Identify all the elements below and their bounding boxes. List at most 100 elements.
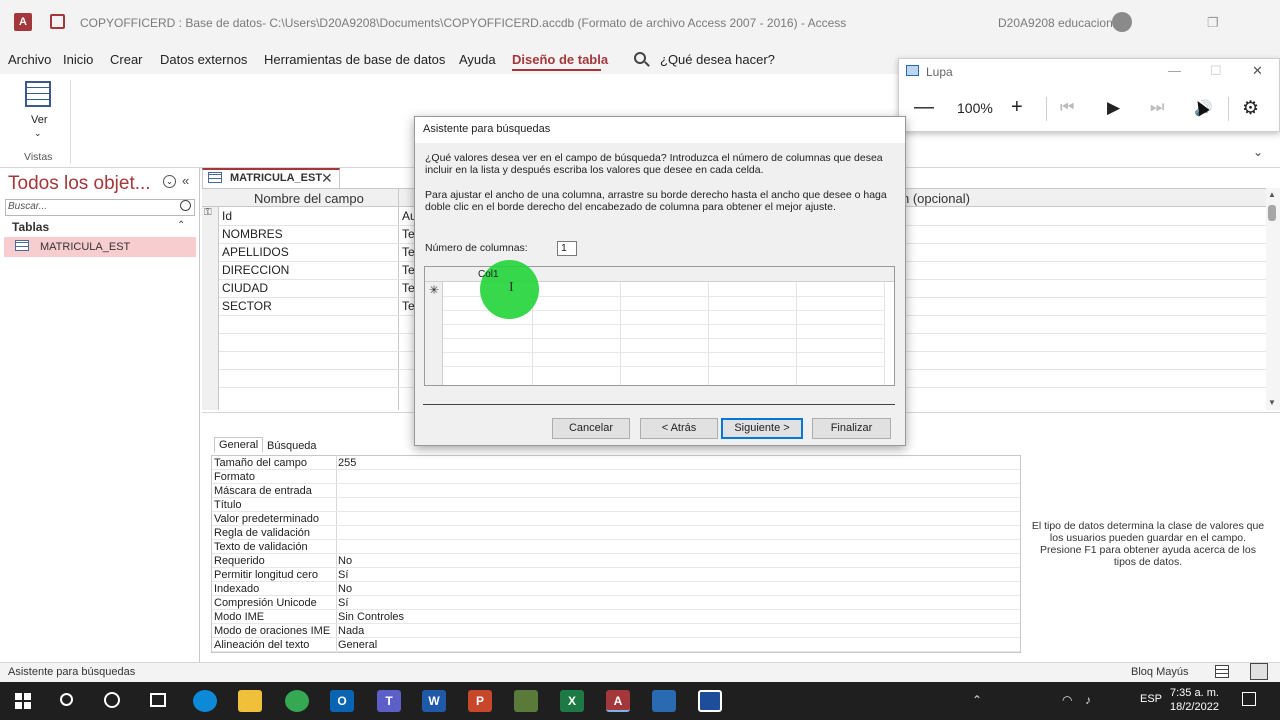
lookup-column-header[interactable]: Col1 xyxy=(478,269,499,280)
outlook-icon[interactable]: O xyxy=(330,690,354,712)
menu-herramientas[interactable]: Herramientas de base de datos xyxy=(264,52,445,67)
excel-icon[interactable]: X xyxy=(560,690,584,712)
play-icon[interactable]: ▶ xyxy=(1107,98,1120,118)
grid-vertical-scrollbar[interactable] xyxy=(1266,188,1280,410)
back-button[interactable]: < Atrás xyxy=(640,418,718,439)
menu-ayuda[interactable]: Ayuda xyxy=(459,52,496,67)
field-name-cell[interactable]: SECTOR xyxy=(222,299,272,313)
ribbon-collapse-icon[interactable]: ⌄ xyxy=(1253,145,1263,159)
menu-inicio[interactable]: Inicio xyxy=(63,52,93,67)
close-icon[interactable]: ✕ xyxy=(321,170,333,187)
data-type-cell[interactable]: Te xyxy=(402,281,415,295)
previous-icon[interactable]: ⏮ xyxy=(1060,99,1074,117)
tell-me-search[interactable]: ¿Qué desea hacer? xyxy=(660,52,775,67)
clock[interactable]: 7:35 a. m. 18/2/2022 xyxy=(1170,686,1219,714)
property-row[interactable] xyxy=(212,512,1020,526)
nav-section-collapse-icon[interactable]: ⌃ xyxy=(177,220,185,231)
app-icon-2[interactable] xyxy=(698,690,722,712)
save-icon[interactable] xyxy=(50,14,65,29)
property-row[interactable] xyxy=(212,484,1020,498)
restore-icon[interactable]: ❐ xyxy=(1207,15,1219,31)
chevron-down-icon[interactable]: ⌄ xyxy=(34,128,42,139)
chrome-icon[interactable] xyxy=(285,690,309,712)
tab-general[interactable]: General xyxy=(214,437,264,452)
property-row[interactable] xyxy=(212,526,1020,540)
datasheet-view-icon[interactable] xyxy=(1215,665,1229,678)
property-value[interactable]: Sin Controles xyxy=(338,611,404,623)
app-icon[interactable] xyxy=(514,690,538,712)
property-row[interactable] xyxy=(212,596,1020,610)
task-view-icon[interactable] xyxy=(150,693,166,707)
nav-collapse-icon[interactable]: « xyxy=(182,173,189,188)
design-view-icon[interactable] xyxy=(1250,663,1268,680)
header-field-name[interactable]: Nombre del campo xyxy=(254,191,364,206)
property-row[interactable] xyxy=(212,554,1020,568)
field-name-cell[interactable]: NOMBRES xyxy=(222,227,283,241)
teams-icon[interactable]: T xyxy=(377,690,401,712)
property-value[interactable]: Sí xyxy=(338,569,348,581)
zoom-out-icon[interactable]: — xyxy=(914,96,934,119)
property-row[interactable] xyxy=(212,498,1020,512)
menu-archivo[interactable]: Archivo xyxy=(8,52,51,67)
field-name-cell[interactable]: CIUDAD xyxy=(222,281,268,295)
nav-section-tablas[interactable]: Tablas xyxy=(12,220,49,234)
menu-crear[interactable]: Crear xyxy=(110,52,143,67)
columns-count-input[interactable]: 1 xyxy=(557,241,577,256)
notifications-icon[interactable] xyxy=(1242,692,1256,706)
next-icon[interactable]: ⏭ xyxy=(1150,99,1164,117)
tab-busqueda[interactable]: Búsqueda xyxy=(263,439,321,453)
nav-search-icon[interactable] xyxy=(180,200,191,211)
field-name-cell[interactable]: APELLIDOS xyxy=(222,245,289,259)
data-type-cell[interactable]: Te xyxy=(402,263,415,277)
tray-chevron-icon[interactable]: ⌃ xyxy=(972,693,982,707)
tray-volume-icon[interactable]: ♪ xyxy=(1085,693,1091,707)
field-name-cell[interactable]: DIRECCION xyxy=(222,263,289,277)
minimize-icon[interactable]: — xyxy=(1168,63,1181,78)
view-button-label[interactable]: Ver xyxy=(31,114,48,126)
close-icon[interactable]: ✕ xyxy=(1252,63,1263,79)
property-row[interactable] xyxy=(212,624,1020,638)
scroll-thumb[interactable] xyxy=(1268,205,1276,221)
cortana-icon[interactable] xyxy=(104,692,120,708)
header-description[interactable]: n (opcional) xyxy=(902,191,970,206)
access-icon[interactable]: A xyxy=(606,690,630,712)
nav-pane-title[interactable]: Todos los objet... xyxy=(8,173,151,195)
data-type-cell[interactable]: Te xyxy=(402,299,415,313)
next-button[interactable]: Siguiente > xyxy=(721,418,803,439)
property-value[interactable]: No xyxy=(338,583,352,595)
search-icon[interactable] xyxy=(60,693,73,706)
property-row[interactable] xyxy=(212,638,1020,652)
property-value[interactable]: Sí xyxy=(338,597,348,609)
property-value[interactable]: No xyxy=(338,555,352,567)
menu-datos-externos[interactable]: Datos externos xyxy=(160,52,247,67)
data-type-cell[interactable]: Te xyxy=(402,245,415,259)
scroll-down-icon[interactable]: ▼ xyxy=(1268,398,1276,407)
tray-network-icon[interactable]: ◠ xyxy=(1062,693,1072,707)
powerpoint-icon[interactable]: P xyxy=(468,690,492,712)
file-explorer-icon[interactable] xyxy=(238,690,262,712)
zoom-in-icon[interactable]: + xyxy=(1011,96,1023,119)
magnifier-icon[interactable] xyxy=(652,690,676,712)
property-row[interactable] xyxy=(212,470,1020,484)
property-value[interactable]: General xyxy=(338,639,377,651)
property-value[interactable]: 255 xyxy=(338,457,356,469)
finish-button[interactable]: Finalizar xyxy=(812,418,891,439)
data-type-cell[interactable]: Te xyxy=(402,227,415,241)
cancel-button[interactable]: Cancelar xyxy=(552,418,630,439)
avatar[interactable] xyxy=(1112,12,1132,32)
property-row[interactable] xyxy=(212,456,1020,470)
language-indicator[interactable]: ESP xyxy=(1140,693,1162,705)
nav-dropdown-icon[interactable]: ⌄ xyxy=(163,175,176,188)
property-row[interactable] xyxy=(212,568,1020,582)
word-icon[interactable]: W xyxy=(422,690,446,712)
maximize-icon[interactable]: ☐ xyxy=(1210,63,1222,79)
scroll-up-icon[interactable]: ▲ xyxy=(1268,190,1276,199)
property-row[interactable] xyxy=(212,540,1020,554)
property-row[interactable] xyxy=(212,582,1020,596)
edge-icon[interactable] xyxy=(193,690,217,712)
property-row[interactable] xyxy=(212,610,1020,624)
property-value[interactable]: Nada xyxy=(338,625,364,637)
gear-icon[interactable]: ⚙ xyxy=(1242,97,1259,120)
field-name-cell[interactable]: Id xyxy=(222,209,232,223)
view-grid-icon[interactable] xyxy=(25,81,51,107)
